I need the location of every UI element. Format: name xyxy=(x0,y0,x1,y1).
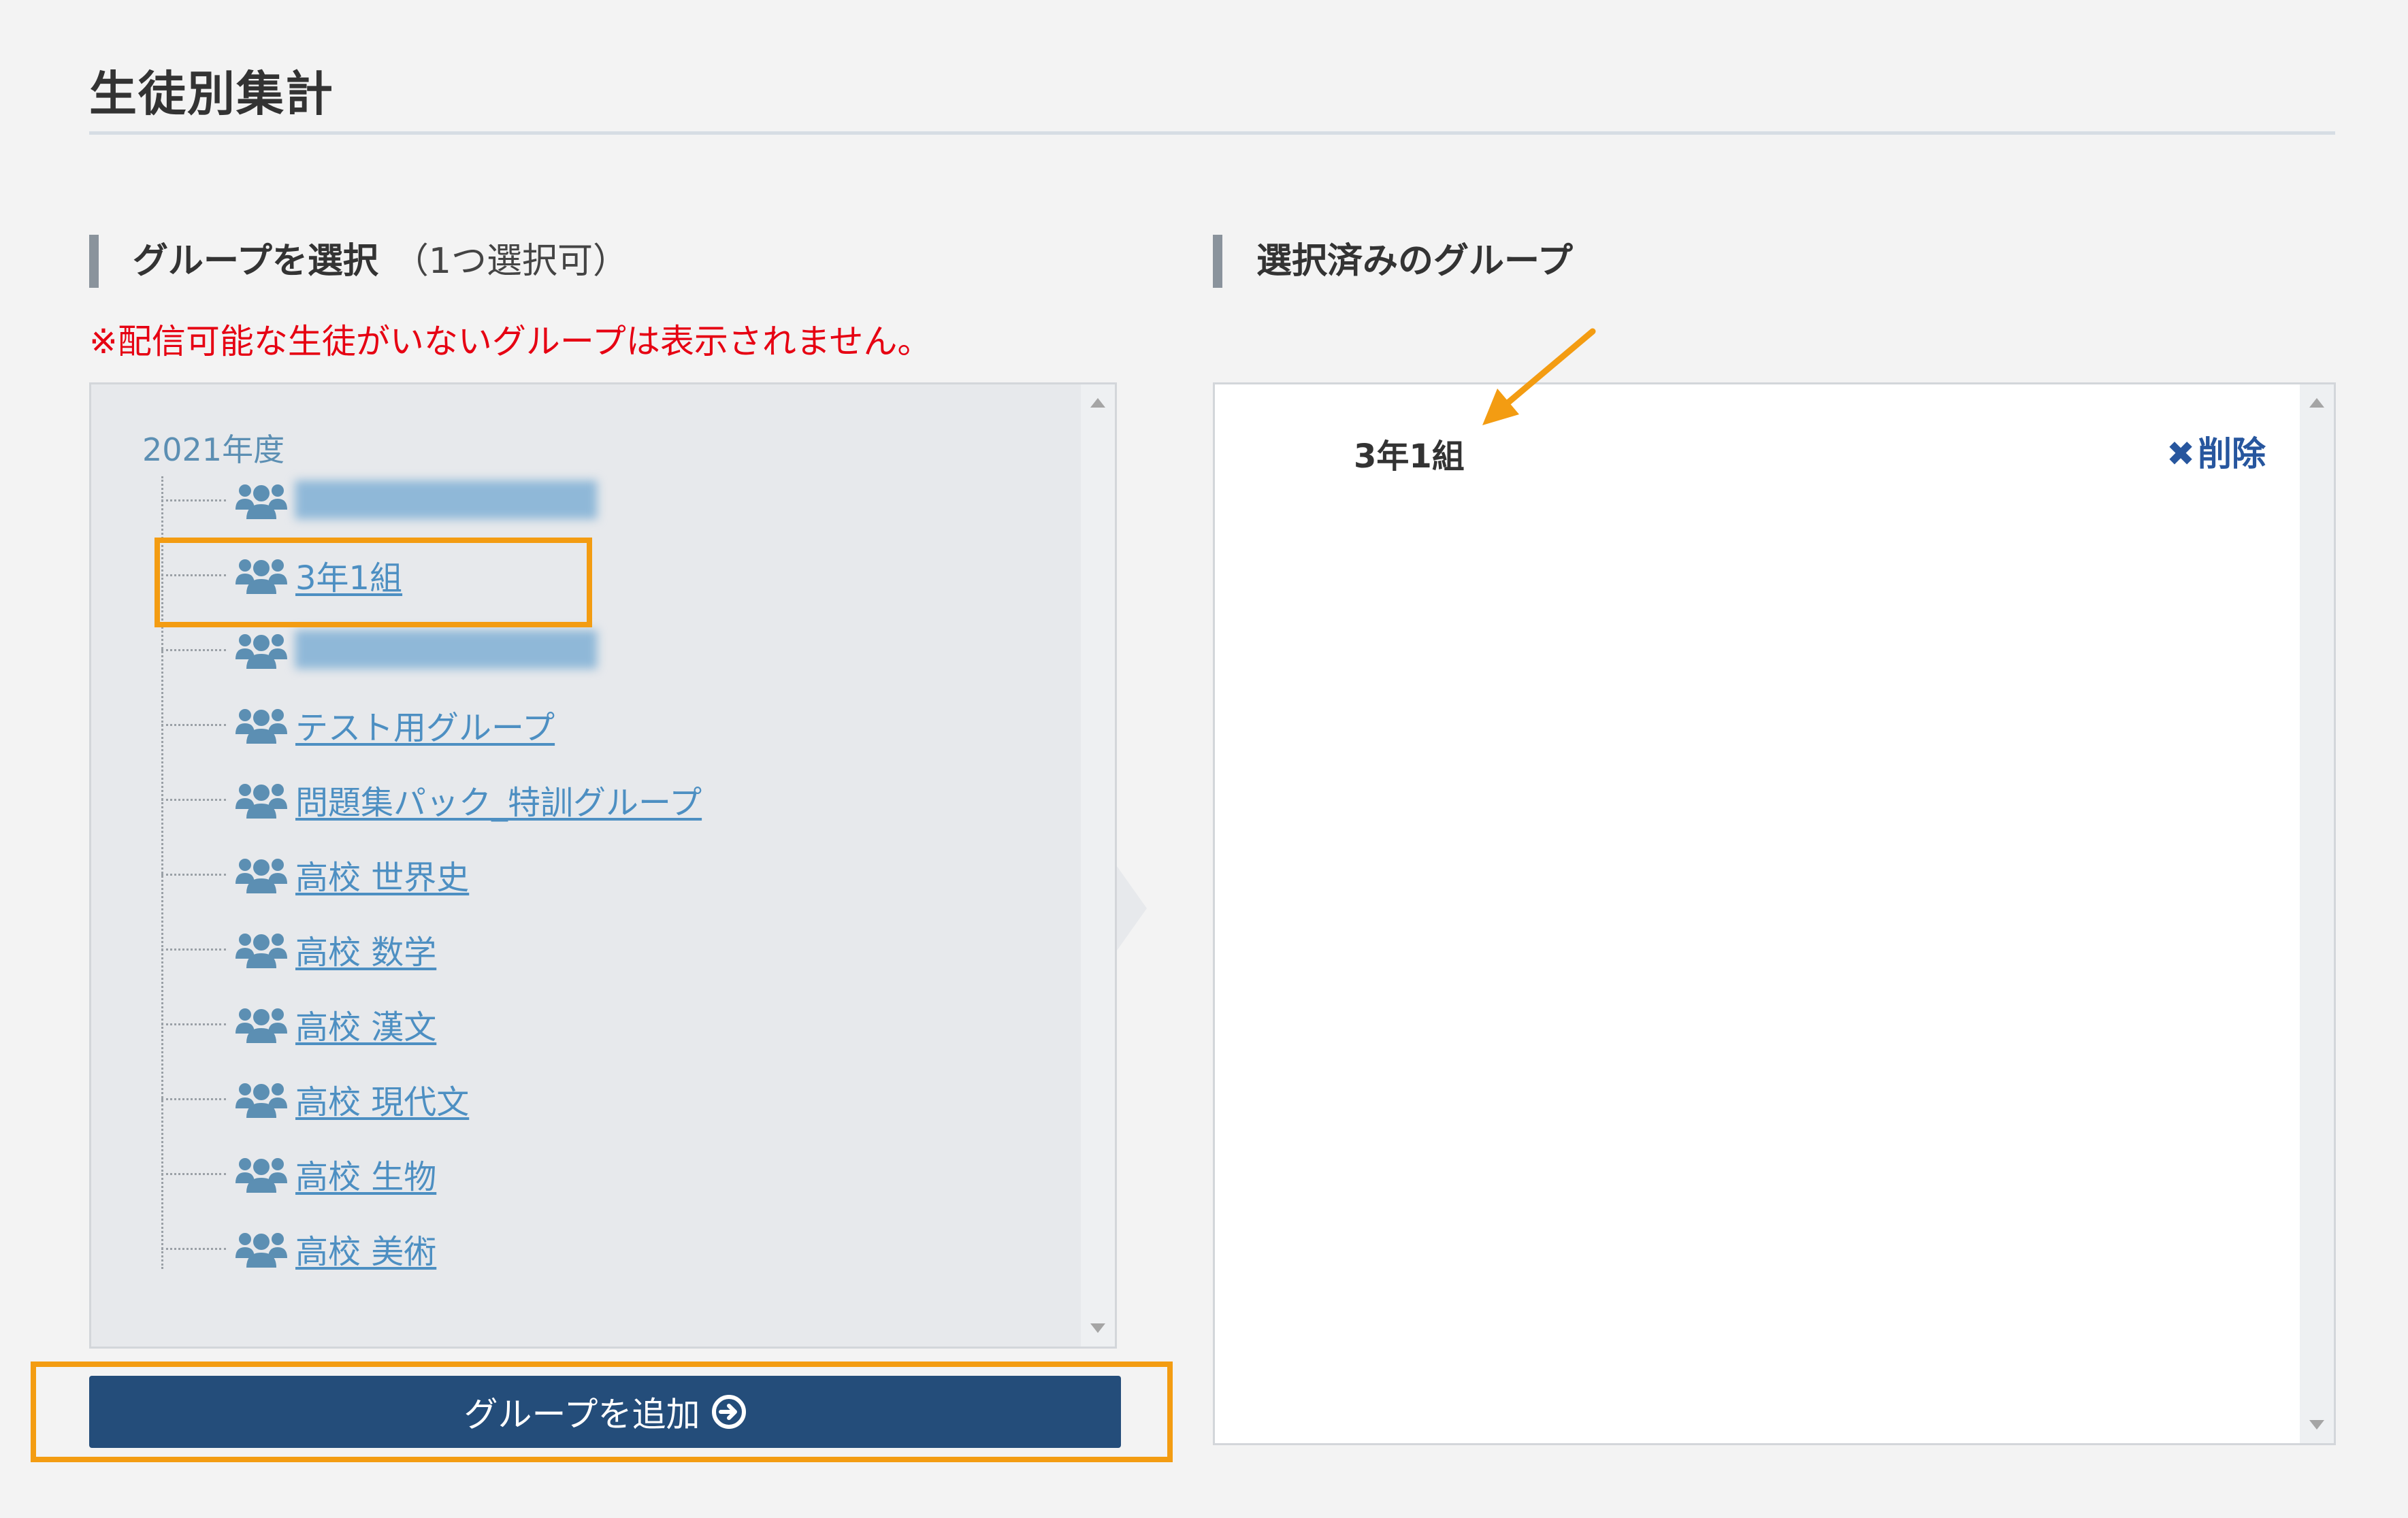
tree-branch-line xyxy=(161,648,226,651)
group-icon xyxy=(234,629,289,670)
group-link[interactable]: 高校 現代文 xyxy=(295,1075,469,1123)
tree-item[interactable]: ████████████ xyxy=(161,619,978,680)
group-link[interactable]: 高校 美術 xyxy=(295,1225,436,1272)
annotation-highlight-button xyxy=(31,1362,1173,1462)
group-tree-panel[interactable]: 2021年度 ████████████ 3年1組 ████████████ テスト用グ… xyxy=(89,382,1117,1349)
group-icon xyxy=(234,704,289,745)
tree-item[interactable]: ████████████ xyxy=(161,469,978,531)
tree-item[interactable]: 高校 生物 xyxy=(161,1143,978,1204)
tree-item[interactable]: 高校 美術 xyxy=(161,1218,978,1279)
group-link[interactable]: ████████████ xyxy=(295,631,597,669)
group-select-heading: グループを選択 （1つ選択可） xyxy=(89,235,628,288)
group-icon xyxy=(234,929,289,970)
group-link[interactable]: ████████████ xyxy=(295,481,597,519)
selected-groups-panel: 3年1組 ✖削除 xyxy=(1213,382,2336,1445)
selected-group-name: 3年1組 xyxy=(1354,438,1465,476)
scroll-up-arrow-icon[interactable] xyxy=(1090,398,1105,408)
scroll-up-arrow-icon[interactable] xyxy=(2309,398,2324,408)
tree-year-label: 2021年度 xyxy=(142,431,285,468)
tree-item[interactable]: 高校 漢文 xyxy=(161,993,978,1055)
group-link[interactable]: 高校 数学 xyxy=(295,925,436,973)
tree-item[interactable]: 問題集パック_特訓グループ xyxy=(161,769,978,830)
page-title: 生徒別集計 xyxy=(89,66,334,122)
group-link[interactable]: 高校 生物 xyxy=(295,1150,436,1198)
tree-branch-line xyxy=(161,873,226,876)
title-divider xyxy=(89,131,2335,135)
annotation-arrow-icon xyxy=(1482,328,1596,425)
tree-item[interactable]: 高校 現代文 xyxy=(161,1068,978,1129)
warning-message: ※配信可能な生徒がいないグループは表示されません。 xyxy=(89,322,932,361)
delete-button[interactable]: ✖削除 xyxy=(2166,427,2266,476)
group-icon xyxy=(234,854,289,895)
scroll-down-arrow-icon[interactable] xyxy=(2309,1420,2324,1430)
group-icon xyxy=(234,1228,289,1269)
selected-scrollbar[interactable] xyxy=(2300,384,2334,1443)
group-select-note: （1つ選択可） xyxy=(393,241,628,282)
tree-item[interactable]: 高校 世界史 xyxy=(161,844,978,905)
tree-item[interactable]: テスト用グループ xyxy=(161,694,978,755)
delete-label: 削除 xyxy=(2198,434,2266,474)
close-icon: ✖ xyxy=(2166,434,2195,474)
annotation-highlight-group xyxy=(154,538,592,627)
group-select-heading-label: グループを選択 xyxy=(133,241,378,282)
tree-branch-line xyxy=(161,1172,226,1175)
group-link[interactable]: 問題集パック_特訓グループ xyxy=(295,776,702,823)
tree-item[interactable]: 高校 数学 xyxy=(161,919,978,980)
group-icon xyxy=(234,1004,289,1044)
group-icon xyxy=(234,480,289,521)
tree-branch-line xyxy=(161,798,226,801)
tree-branch-line xyxy=(161,723,226,726)
panel-pointer xyxy=(1117,866,1147,951)
scroll-down-arrow-icon[interactable] xyxy=(1090,1323,1105,1333)
tree-branch-line xyxy=(161,1098,226,1100)
group-icon xyxy=(234,779,289,820)
group-icon xyxy=(234,1153,289,1194)
tree-scrollbar[interactable] xyxy=(1081,384,1115,1347)
selected-groups-heading: 選択済みのグループ xyxy=(1213,235,1573,288)
group-link[interactable]: 高校 漢文 xyxy=(295,1000,436,1048)
group-link[interactable]: 高校 世界史 xyxy=(295,851,469,898)
tree-branch-line xyxy=(161,948,226,951)
group-icon xyxy=(234,1078,289,1119)
group-link[interactable]: テスト用グループ xyxy=(295,701,555,748)
tree-branch-line xyxy=(161,499,226,501)
tree-branch-line xyxy=(161,1023,226,1025)
tree-branch-line xyxy=(161,1247,226,1250)
